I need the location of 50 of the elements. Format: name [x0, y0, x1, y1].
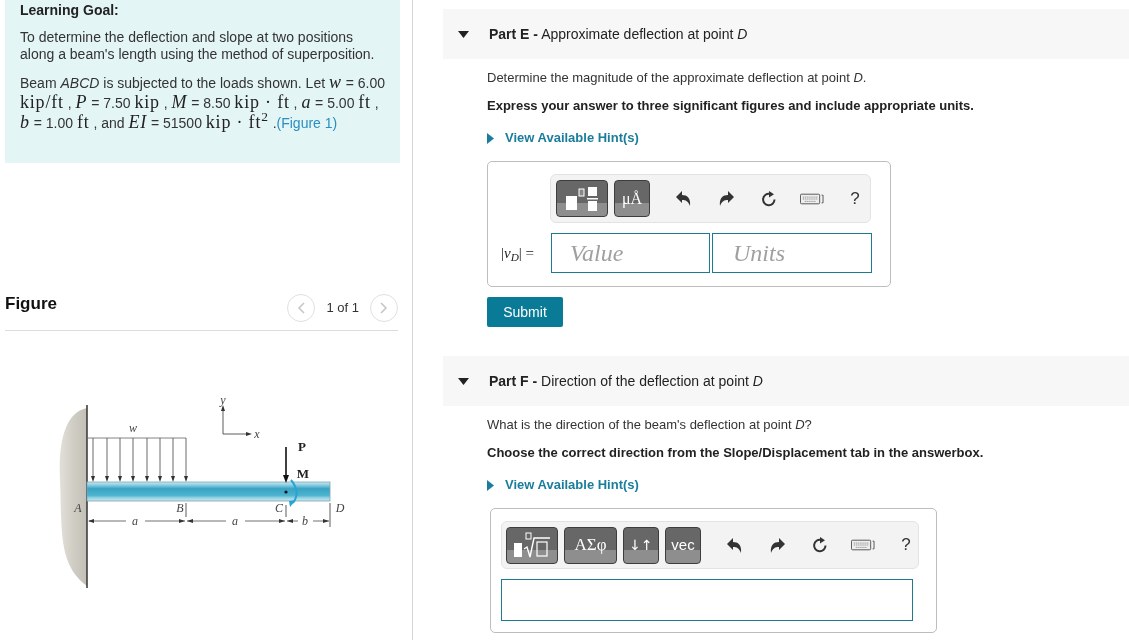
keyboard-icon: [800, 192, 824, 205]
load-label: P: [298, 439, 306, 454]
axis-label: x: [254, 427, 260, 441]
figure-title: Figure: [5, 294, 57, 314]
keyboard-icon: [851, 539, 875, 551]
vector-button[interactable]: vec: [665, 526, 701, 564]
units-button[interactable]: μÅ: [614, 180, 650, 217]
undo-icon: [726, 537, 742, 553]
part-header[interactable]: Part F - Direction of the deflection at point D: [443, 356, 1129, 406]
dimension-label: b: [302, 514, 308, 528]
undo-icon: [675, 191, 691, 206]
value-field[interactable]: Value: [551, 233, 710, 273]
dimension-label: a: [132, 514, 138, 528]
hint-toggle[interactable]: View Available Hint(s): [487, 476, 639, 494]
page-counter: 1 of 1: [326, 299, 359, 318]
template-button[interactable]: [506, 526, 558, 564]
hint-toggle[interactable]: View Available Hint(s): [487, 129, 639, 147]
help-button[interactable]: ?: [843, 186, 867, 211]
axis-label: y: [220, 393, 226, 407]
redo-icon: [769, 537, 785, 553]
radical-template-icon: [513, 532, 551, 558]
instruction-text: Choose the correct direction from the Slope/Displacement tab in the answerbox.: [487, 444, 984, 462]
chevron-right-icon: [380, 302, 388, 314]
part-header[interactable]: Part E - Approximate deflection at point D: [443, 9, 1129, 59]
goal-text: To determine the deflection and slope at two positions along a beam's length using the method of superposition.: [20, 29, 376, 63]
point-label: B: [176, 501, 184, 515]
answer-label: |v$_{D}$| =: [501, 243, 536, 265]
fraction-template-icon: [565, 186, 599, 211]
goal-heading: Learning Goal:: [20, 2, 120, 19]
question-text: What is the direction of the beam's deflection at point D?: [487, 416, 812, 434]
greek-symbols-button[interactable]: ΑΣφ: [564, 526, 617, 564]
instruction-text: Express your answer to three significant figures and include appropriate units.: [487, 97, 974, 115]
dimension-label: a: [232, 514, 238, 528]
point-label: C: [275, 501, 283, 515]
reset-icon: [761, 190, 777, 207]
point-label: A: [74, 501, 82, 515]
template-button[interactable]: [556, 180, 608, 217]
question-text: Determine the magnitude of the approximate deflection at point D.: [487, 69, 867, 87]
units-field[interactable]: Units: [712, 233, 872, 273]
goal-text: Beam ABCD is subjected to the loads shown. Let w = 6.00 kip/ft , P = 7.50 kip , M = 8.50 kip · ft , a = 5.00 ft , b = 1.00 ft , and EI = 51500 kip · ft$^{2}$ .(Figure 1): [20, 73, 385, 133]
arrows-button[interactable]: ↓↑: [623, 526, 659, 564]
chevron-left-icon: [297, 302, 306, 314]
help-button[interactable]: ?: [894, 533, 918, 557]
submit-button[interactable]: Submit: [487, 297, 563, 327]
load-label: M: [296, 466, 310, 481]
load-label: w: [129, 421, 137, 435]
redo-icon: [718, 191, 734, 206]
reset-icon: [812, 537, 828, 553]
point-label: D: [335, 501, 345, 515]
answer-field[interactable]: [501, 579, 913, 621]
